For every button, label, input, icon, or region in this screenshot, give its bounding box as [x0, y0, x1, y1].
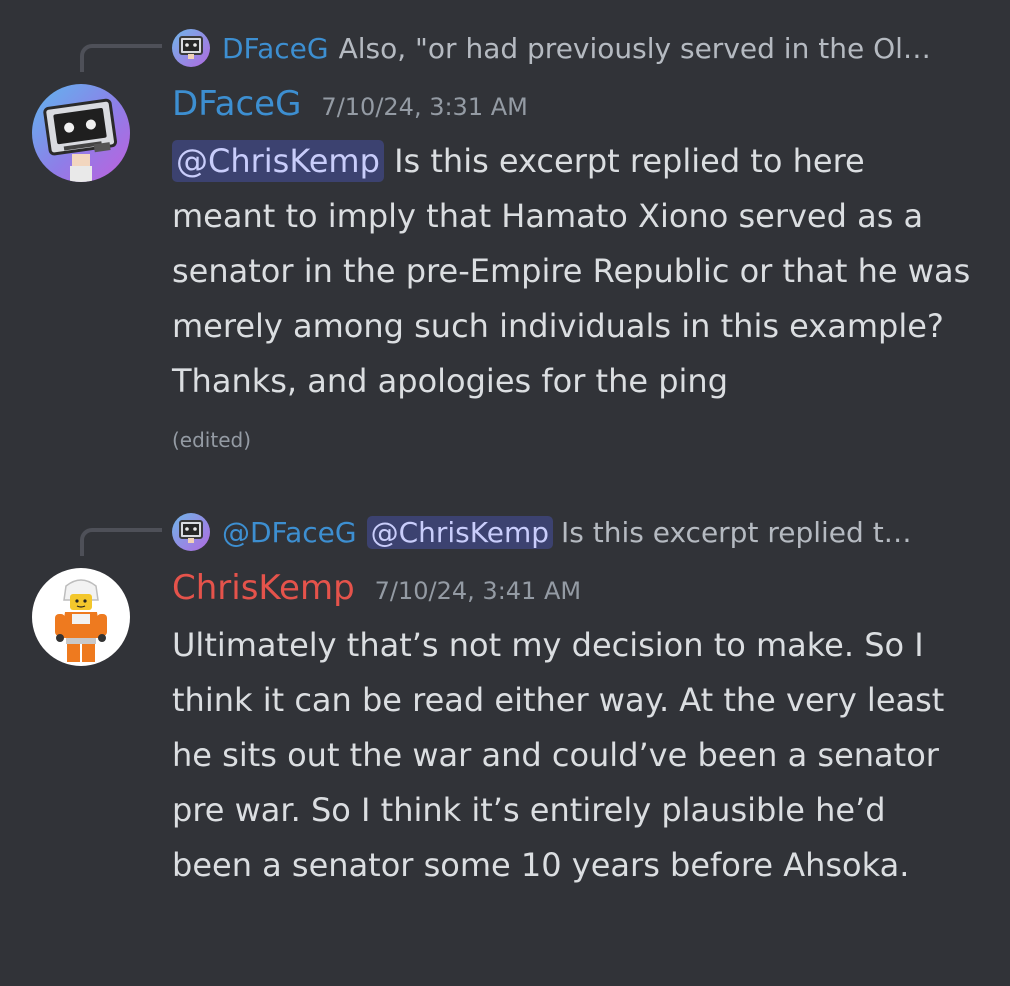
reply-spine — [80, 44, 162, 72]
robot-monitor-mini-avatar-icon[interactable] — [172, 513, 210, 551]
chat-canvas: DFaceG Also, "or had previously served i… — [0, 0, 1010, 986]
username[interactable]: ChrisKemp — [172, 568, 355, 608]
reply-spine — [80, 528, 162, 556]
username[interactable]: DFaceG — [172, 84, 301, 124]
timestamp[interactable]: 7/10/24, 3:31 AM — [321, 93, 527, 121]
message-content: Ultimately that’s not my decision to mak… — [172, 618, 972, 893]
reply-preview[interactable]: @DFaceG @ChrisKemp Is this excerpt repli… — [172, 512, 1002, 552]
user-mention[interactable]: @ChrisKemp — [172, 140, 384, 182]
reply-mention[interactable]: @ChrisKemp — [366, 515, 553, 549]
reply-preview[interactable]: DFaceG Also, "or had previously served i… — [172, 28, 1002, 68]
message-content: @ChrisKemp Is this excerpt replied to he… — [172, 134, 972, 409]
robot-monitor-avatar-icon[interactable] — [32, 84, 130, 182]
reply-text[interactable]: Is this excerpt replied t… — [561, 516, 912, 549]
timestamp[interactable]: 7/10/24, 3:41 AM — [375, 577, 581, 605]
reply-author[interactable]: DFaceG — [222, 32, 329, 65]
message-header: DFaceG 7/10/24, 3:31 AM — [172, 84, 528, 124]
reply-text[interactable]: Also, "or had previously served in the O… — [339, 32, 931, 65]
message-item[interactable]: @DFaceG @ChrisKemp Is this excerpt repli… — [0, 486, 1010, 986]
lego-pilot-avatar-icon[interactable] — [32, 568, 130, 666]
edited-label: (edited) — [172, 428, 252, 452]
reply-author[interactable]: @DFaceG — [222, 516, 357, 549]
message-text: Ultimately that’s not my decision to mak… — [172, 626, 945, 884]
message-header: ChrisKemp 7/10/24, 3:41 AM — [172, 568, 581, 608]
robot-monitor-mini-avatar-icon[interactable] — [172, 29, 210, 67]
message-item[interactable]: DFaceG Also, "or had previously served i… — [0, 0, 1010, 470]
